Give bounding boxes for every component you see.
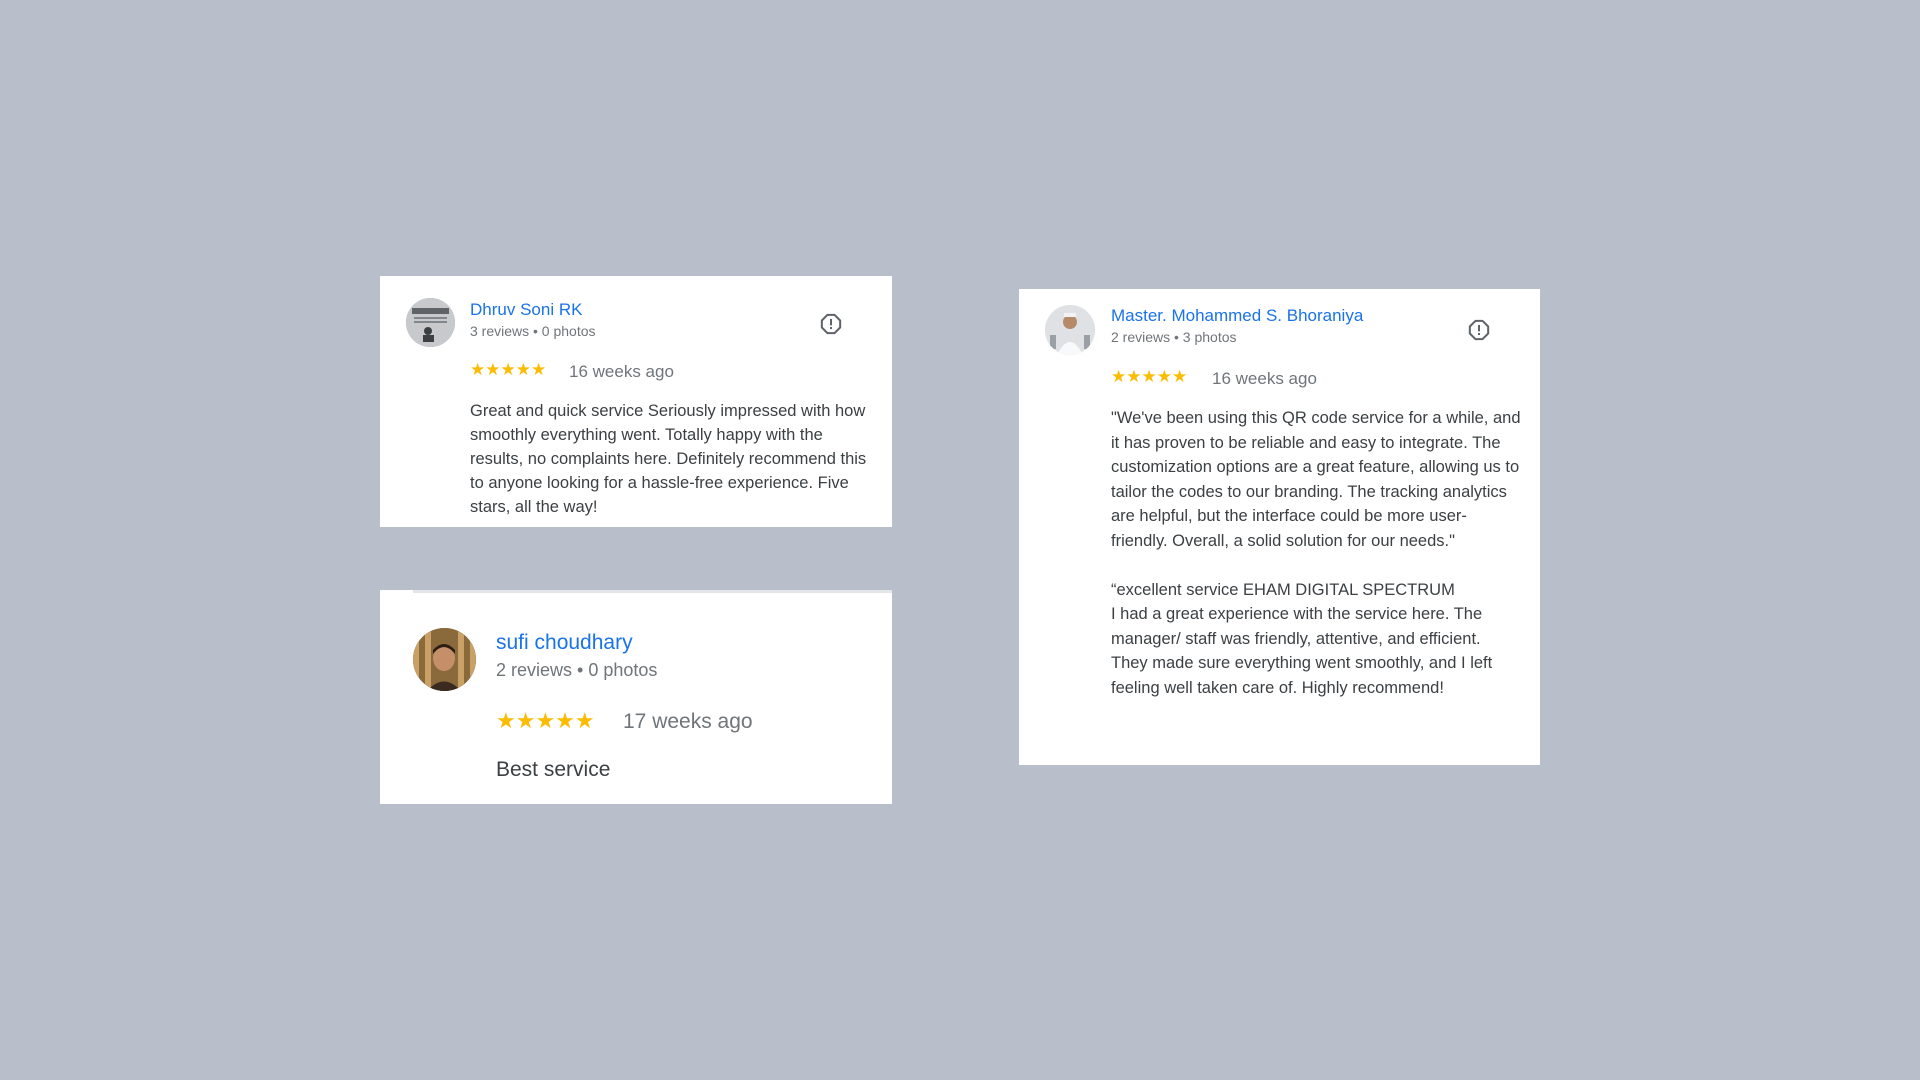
avatar-image <box>406 298 455 347</box>
avatar[interactable] <box>1045 305 1095 355</box>
avatar-image <box>413 628 476 691</box>
avatar[interactable] <box>406 298 455 347</box>
reviewer-stats: 3 reviews • 0 photos <box>470 323 596 339</box>
review-card: Master. Mohammed S. Bhoraniya 2 reviews … <box>1019 289 1540 765</box>
star-rating: ★★★★★ <box>496 708 595 733</box>
reviewer-name-link[interactable]: Master. Mohammed S. Bhoraniya <box>1111 306 1363 326</box>
report-flag-icon[interactable] <box>820 313 842 335</box>
review-text: Best service <box>496 758 611 781</box>
reviewer-name-link[interactable]: Dhruv Soni RK <box>470 300 582 320</box>
reviewer-name-link[interactable]: sufi choudhary <box>496 631 633 655</box>
review-collage: Dhruv Soni RK 3 reviews • 0 photos ★★★★★… <box>0 0 1920 1080</box>
review-timestamp: 17 weeks ago <box>623 710 753 733</box>
avatar[interactable] <box>413 628 476 691</box>
star-rating: ★★★★★ <box>470 360 547 379</box>
review-card: Dhruv Soni RK 3 reviews • 0 photos ★★★★★… <box>380 276 892 527</box>
review-text: "We've been using this QR code service f… <box>1111 409 1521 697</box>
review-card: sufi choudhary 2 reviews • 0 photos ★★★★… <box>380 590 892 804</box>
review-timestamp: 16 weeks ago <box>569 362 674 381</box>
review-text: Great and quick service Seriously impres… <box>470 402 871 516</box>
star-rating: ★★★★★ <box>1111 367 1188 386</box>
divider <box>413 590 892 593</box>
reviewer-stats: 2 reviews • 0 photos <box>496 660 658 680</box>
avatar-image <box>1045 305 1095 355</box>
report-flag-icon[interactable] <box>1468 319 1490 341</box>
reviewer-stats: 2 reviews • 3 photos <box>1111 329 1237 345</box>
review-timestamp: 16 weeks ago <box>1212 369 1317 388</box>
